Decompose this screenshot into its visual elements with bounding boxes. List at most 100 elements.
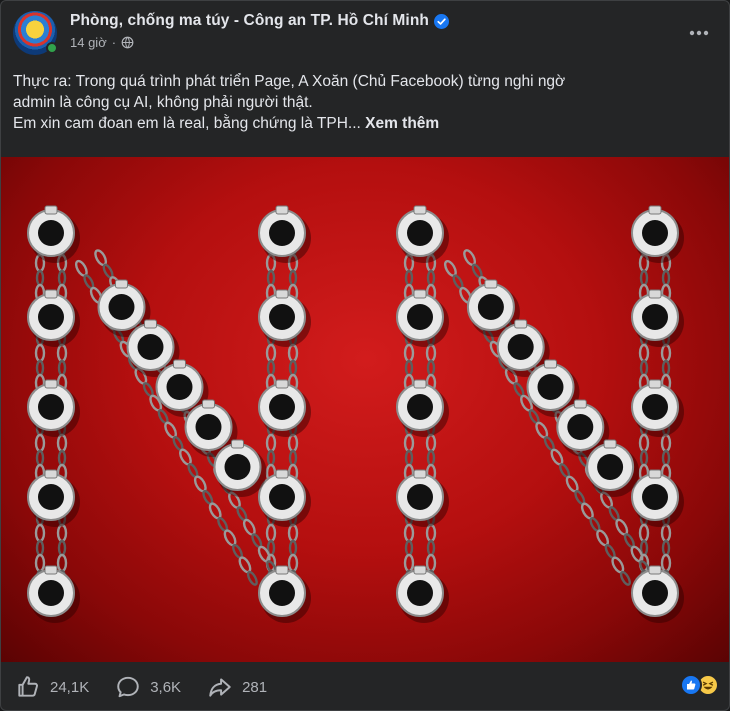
chain-link: [660, 343, 672, 363]
handcuff-nn-artwork: [27, 205, 684, 623]
handcuff-lock: [413, 565, 427, 575]
chain-link: [661, 269, 671, 287]
handcuff-hole: [507, 334, 534, 360]
comment-icon: [117, 676, 139, 698]
post-text-line: Thực ra: Trong quá trình phát triển Page…: [13, 73, 566, 90]
handcuff-lock: [648, 379, 662, 389]
online-status-dot: [46, 42, 58, 54]
chain-link: [288, 359, 298, 377]
globe-icon[interactable]: [121, 36, 134, 49]
handcuff-lock: [648, 205, 662, 215]
handcuff-lock: [648, 565, 662, 575]
handcuff-lock: [573, 399, 587, 409]
chain-link: [56, 553, 68, 573]
handcuff-lock: [413, 289, 427, 299]
chain-link: [287, 553, 299, 573]
chain-link: [288, 269, 298, 287]
like-icon: [18, 676, 38, 697]
chain-link: [638, 523, 650, 543]
chain-link: [638, 343, 650, 363]
chain-link: [57, 269, 67, 287]
chain-link: [35, 539, 45, 557]
chain-link: [35, 359, 45, 377]
chain-link: [661, 449, 671, 467]
chain-link: [287, 343, 299, 363]
chain-link: [639, 449, 649, 467]
like-button[interactable]: 24,1K: [15, 674, 89, 700]
handcuff-lock: [44, 289, 58, 299]
handcuff-hole: [269, 304, 295, 330]
chain-link: [426, 269, 436, 287]
chain-link: [288, 539, 298, 557]
like-count: 24,1K: [50, 678, 90, 696]
post-image[interactable]: [1, 157, 729, 662]
comment-count: 3,6K: [150, 678, 182, 696]
handcuff-lock: [144, 319, 157, 329]
chain-link: [639, 359, 649, 377]
page-name-link[interactable]: Phòng, chống ma túy - Công an TP. Hồ Chí…: [70, 12, 429, 30]
handcuff-hole: [224, 454, 251, 480]
handcuff-hole: [38, 394, 64, 420]
post-text-line: Em xin cam đoan em là real, bằng chứng l…: [13, 113, 713, 134]
chain-link: [425, 433, 437, 453]
chain-link: [35, 269, 45, 287]
chain-link: [287, 433, 299, 453]
chain-link: [660, 523, 672, 543]
handcuff-hole: [38, 220, 64, 246]
handcuff-hole: [38, 484, 64, 510]
comment-button[interactable]: 3,6K: [115, 674, 181, 700]
chain-link: [288, 449, 298, 467]
handcuff-lock: [275, 289, 289, 299]
handcuff-lock: [275, 469, 289, 479]
handcuff-lock: [544, 359, 557, 369]
handcuff-hole: [407, 484, 433, 510]
chain-link: [660, 433, 672, 453]
page-avatar[interactable]: [13, 11, 58, 55]
handcuff-hole: [642, 484, 668, 510]
share-icon: [209, 678, 231, 697]
handcuff-lock: [44, 469, 58, 479]
verified-badge-icon: [433, 13, 449, 29]
chain-link: [425, 343, 437, 363]
see-more-link[interactable]: Xem thêm: [365, 115, 439, 132]
chain-link: [265, 523, 277, 543]
handcuff-hole: [38, 304, 64, 330]
chain-link: [403, 553, 415, 573]
handcuff-hole: [166, 374, 193, 400]
like-reaction-icon: [680, 674, 702, 696]
handcuff-hole: [642, 580, 668, 606]
chain-link: [404, 449, 414, 467]
chain-link: [34, 523, 46, 543]
handcuff-lock: [202, 399, 215, 409]
handcuff-hole: [195, 414, 222, 440]
chain-link: [246, 570, 258, 586]
chain-link: [266, 449, 276, 467]
chain-link: [287, 523, 299, 543]
handcuff-hole: [407, 580, 433, 606]
handcuff-hole: [642, 394, 668, 420]
handcuff-hole: [642, 304, 668, 330]
chain-link: [56, 433, 68, 453]
chain-link: [425, 523, 437, 543]
post-meta: Phòng, chống ma túy - Công an TP. Hồ Chí…: [70, 11, 449, 50]
post-header: Phòng, chống ma túy - Công an TP. Hồ Chí…: [13, 11, 717, 61]
handcuff-lock: [115, 279, 128, 289]
handcuff-lock: [275, 565, 289, 575]
chain-link: [404, 269, 414, 287]
handcuff-hole: [137, 334, 164, 360]
handcuff-lock: [514, 319, 528, 329]
handcuff-lock: [413, 469, 427, 479]
chain-link: [619, 570, 631, 586]
more-options-button[interactable]: [681, 15, 717, 51]
post-timestamp[interactable]: 14 giờ: [70, 35, 107, 50]
chain-link: [57, 449, 67, 467]
chain-link: [56, 343, 68, 363]
page-name-row: Phòng, chống ma túy - Công an TP. Hồ Chí…: [70, 12, 449, 30]
handcuff-hole: [38, 580, 64, 606]
share-button[interactable]: 281: [207, 674, 267, 700]
chain-link: [403, 523, 415, 543]
post-card: Phòng, chống ma túy - Công an TP. Hồ Chí…: [0, 0, 730, 711]
chain-link: [403, 433, 415, 453]
handcuff-lock: [275, 379, 289, 389]
reaction-summary[interactable]: [680, 674, 719, 696]
